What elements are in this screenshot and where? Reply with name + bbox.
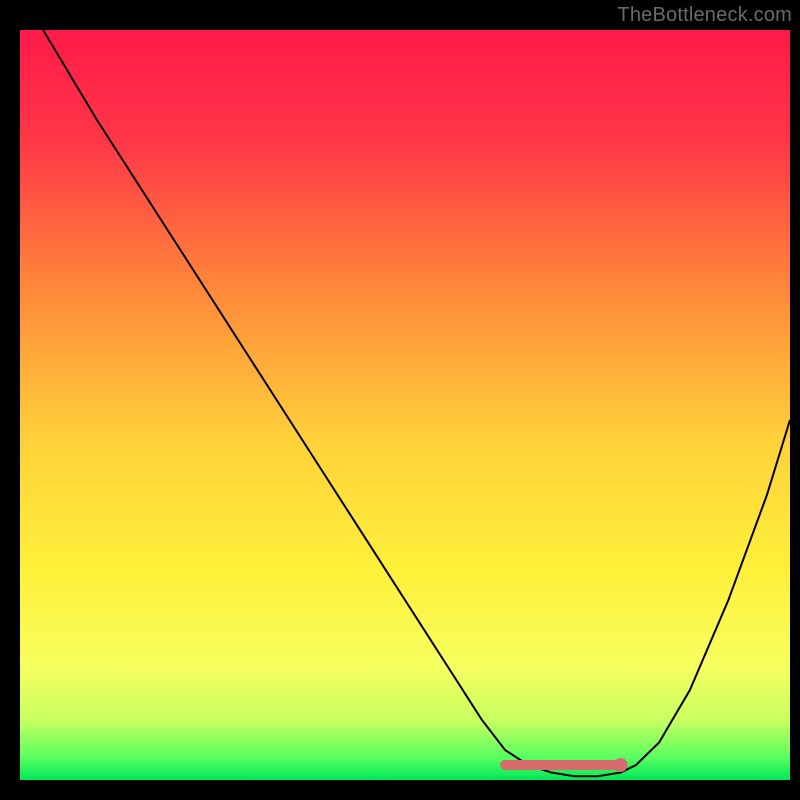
watermark-text: TheBottleneck.com [617, 4, 792, 27]
plot-background [20, 30, 790, 780]
bottleneck-chart [0, 0, 800, 800]
highlight-marker-dot [614, 758, 628, 772]
